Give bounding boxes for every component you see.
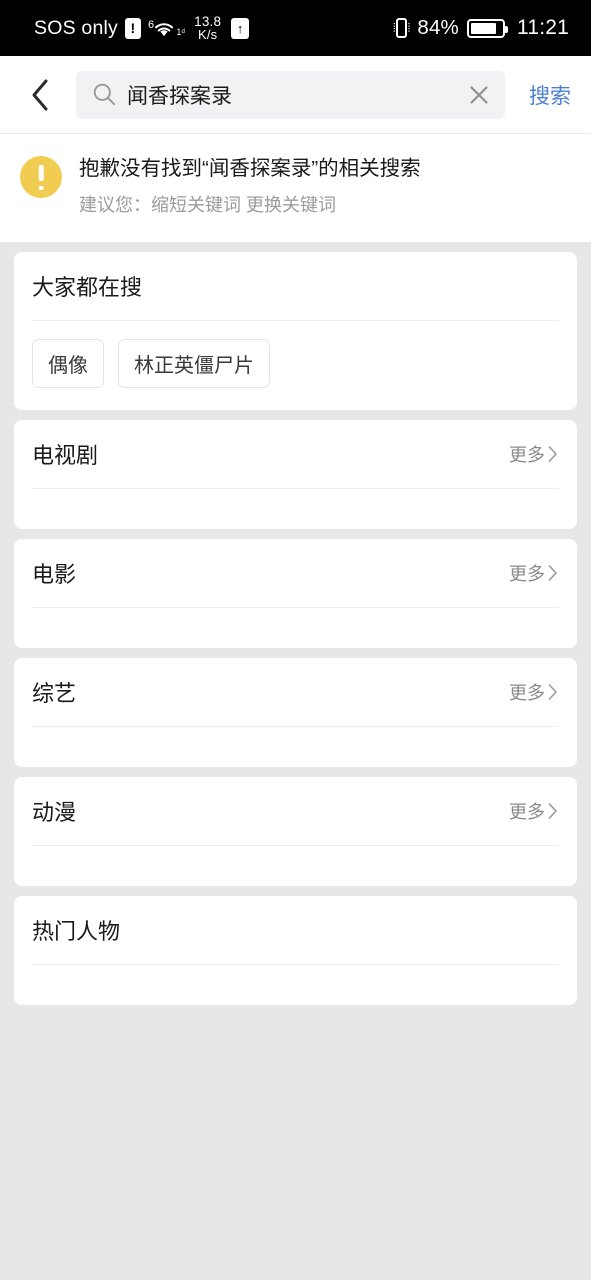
sections-list: 大家都在搜 偶像 林正英僵尸片 电视剧 更多 电影 更多 综艺 更多 动漫 更多 热门人物 <box>0 242 591 1005</box>
section-more-link[interactable]: 更多 <box>509 679 559 705</box>
section-more-label: 更多 <box>509 682 545 703</box>
network-speed-value: 13.8 <box>194 13 222 29</box>
no-results-text: 抱歉没有找到“闻香探案录”的相关搜索 建议您：缩短关键词 更换关键词 <box>79 154 421 218</box>
section-card: 动漫 更多 <box>14 776 577 886</box>
section-header: 热门人物 <box>32 896 559 964</box>
chevron-right-icon <box>548 565 557 581</box>
section-header: 电影 更多 <box>32 539 559 607</box>
wifi-band-label: 1ᵈ <box>176 26 186 37</box>
search-bar: 闻香探案录 搜索 <box>0 56 591 134</box>
no-results-suggestion: 建议您：缩短关键词 更换关键词 <box>79 194 336 215</box>
tag-list: 偶像 林正英僵尸片 <box>32 321 559 410</box>
section-more-link[interactable]: 更多 <box>509 798 559 824</box>
section-title: 热门人物 <box>32 918 121 944</box>
section-header: 综艺 更多 <box>32 658 559 726</box>
section-more-link[interactable]: 更多 <box>509 560 559 586</box>
network-speed-unit: K/s <box>197 27 218 43</box>
alert-icon: ! <box>124 17 141 39</box>
status-bar-right: ⦙ ⦙ 84% 11:21 <box>393 16 569 40</box>
search-query-text[interactable]: 闻香探案录 <box>127 80 455 110</box>
section-title: 电影 <box>32 561 77 587</box>
section-more-label: 更多 <box>509 801 545 822</box>
status-bar: SOS only ! 6 1ᵈ 13.8 K/s ↑ ⦙ ⦙ 84% 11:21 <box>0 0 591 56</box>
search-icon <box>93 83 116 106</box>
section-more-label: 更多 <box>509 563 545 584</box>
carrier-label: SOS only <box>34 16 118 39</box>
section-card: 电视剧 更多 <box>14 419 577 529</box>
no-results-title: 抱歉没有找到“闻香探案录”的相关搜索 <box>79 157 421 180</box>
section-header: 动漫 更多 <box>32 777 559 845</box>
section-card: 热门人物 <box>14 895 577 1005</box>
section-more-label: 更多 <box>509 444 545 465</box>
clock-label: 11:21 <box>517 16 569 39</box>
search-tag[interactable]: 林正英僵尸片 <box>118 338 270 388</box>
chevron-right-icon <box>548 446 557 462</box>
upload-icon: ↑ <box>231 17 250 39</box>
section-body <box>32 608 559 648</box>
section-title: 电视剧 <box>32 442 99 468</box>
section-card: 大家都在搜偶像 林正英僵尸片 <box>14 251 577 410</box>
search-submit-button[interactable]: 搜索 <box>519 80 577 110</box>
section-title: 大家都在搜 <box>32 274 143 300</box>
vibrate-icon: ⦙ ⦙ <box>393 18 410 38</box>
no-results-notice: 抱歉没有找到“闻香探案录”的相关搜索 建议您：缩短关键词 更换关键词 <box>0 134 591 242</box>
section-title: 综艺 <box>32 680 77 706</box>
section-body <box>32 727 559 767</box>
battery-icon <box>467 18 508 38</box>
chevron-right-icon <box>548 803 557 819</box>
chevron-right-icon <box>548 684 557 700</box>
status-bar-left: SOS only ! 6 1ᵈ 13.8 K/s ↑ <box>34 15 250 42</box>
chevron-left-icon <box>32 79 48 110</box>
app-screen: SOS only ! 6 1ᵈ 13.8 K/s ↑ ⦙ ⦙ 84% 11:21… <box>0 0 591 1280</box>
section-body <box>32 489 559 529</box>
wifi-icon: 6 1ᵈ <box>148 19 185 38</box>
search-input[interactable]: 闻香探案录 <box>76 70 505 119</box>
section-card: 电影 更多 <box>14 538 577 648</box>
section-title: 动漫 <box>32 799 77 825</box>
section-body <box>32 846 559 886</box>
section-header: 电视剧 更多 <box>32 420 559 488</box>
section-more-link[interactable]: 更多 <box>509 441 559 467</box>
network-speed: 13.8 K/s <box>194 15 221 42</box>
close-icon[interactable] <box>465 81 493 109</box>
search-tag[interactable]: 偶像 <box>32 338 104 388</box>
section-card: 综艺 更多 <box>14 657 577 767</box>
section-header: 大家都在搜 <box>32 252 559 320</box>
back-button[interactable] <box>18 73 62 117</box>
section-body <box>32 965 559 1005</box>
warning-icon <box>20 156 62 198</box>
battery-percent-label: 84% <box>417 16 459 39</box>
